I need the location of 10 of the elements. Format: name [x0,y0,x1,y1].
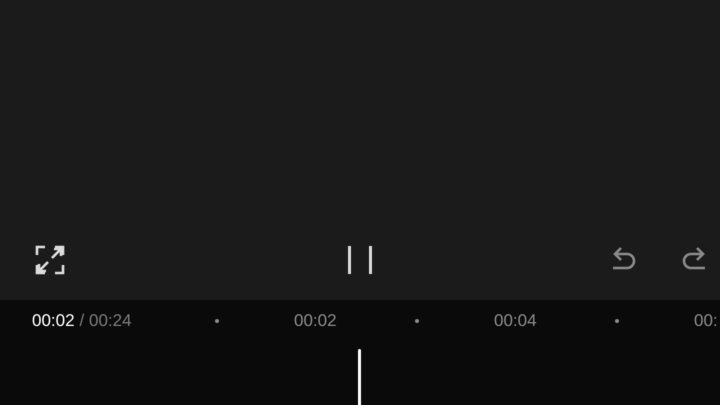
pause-icon[interactable] [346,245,374,275]
fullscreen-icon[interactable] [35,245,65,275]
tick-dot [215,319,219,323]
tick-dot [615,319,619,323]
tick-label: 00:02 [294,311,338,331]
tick-dot [415,319,419,323]
current-time: 00:02 [32,311,75,331]
total-duration: / 00:24 [80,311,132,331]
tick-label: 00: [694,311,719,331]
tick-label: 00:04 [494,311,538,331]
